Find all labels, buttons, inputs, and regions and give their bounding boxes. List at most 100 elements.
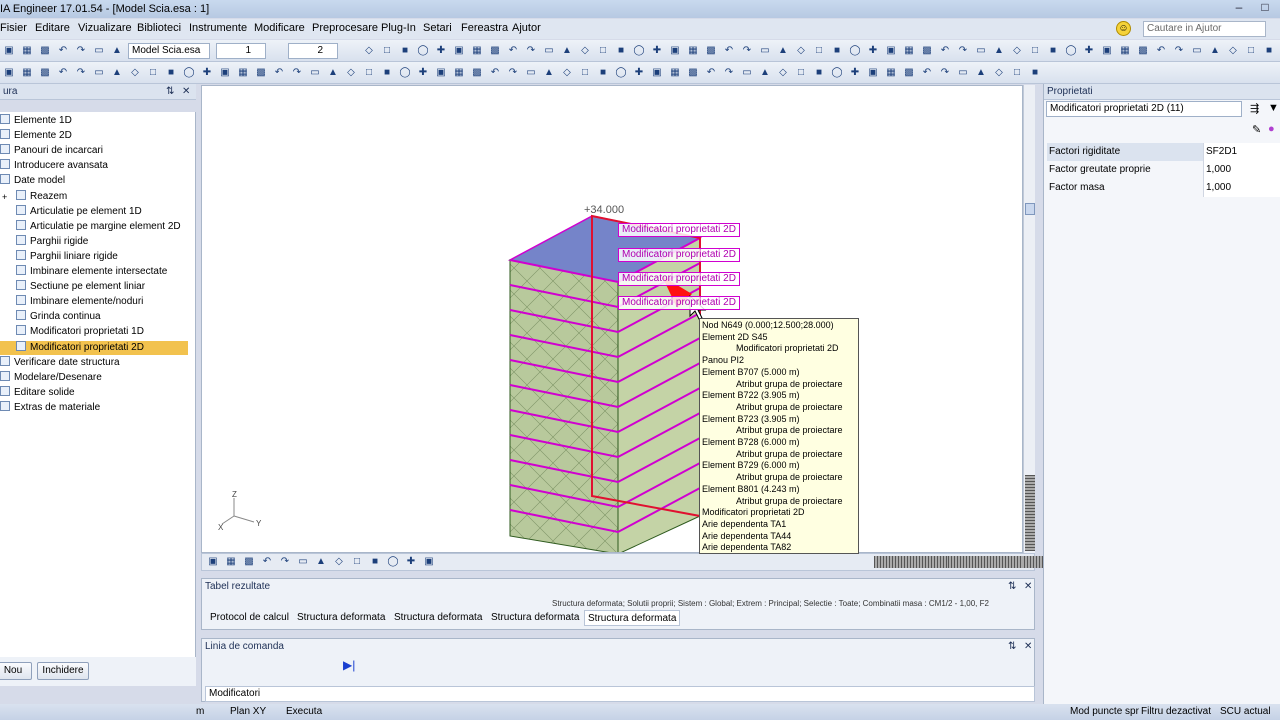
menu-item[interactable]: Preprocesare <box>312 22 378 34</box>
tree-item[interactable]: Articulatie pe element 1D <box>0 204 188 219</box>
toolbar-tool-icon[interactable]: ▣ <box>884 44 898 58</box>
menu-item[interactable]: Modificare <box>254 22 305 34</box>
toolbar-tool-icon[interactable]: ↶ <box>56 44 70 58</box>
toolbar-tool-icon[interactable]: ✚ <box>434 44 448 58</box>
run-icon[interactable]: ▶| <box>343 658 355 672</box>
toolbar-tool-icon[interactable]: ▦ <box>20 44 34 58</box>
toolbar-tool-icon[interactable]: ■ <box>398 44 412 58</box>
view-tool-icon[interactable]: ▦ <box>224 555 238 569</box>
spin-input-2[interactable]: 2 <box>288 43 338 59</box>
toolbar-tool-icon[interactable]: ↶ <box>938 44 952 58</box>
menu-item[interactable]: Ajutor <box>512 22 541 34</box>
menu-item[interactable]: Vizualizare <box>78 22 132 34</box>
toolbar-tool-icon[interactable]: ↶ <box>272 66 286 80</box>
toolbar-tool-icon[interactable]: ✚ <box>200 66 214 80</box>
toolbar-tool-icon[interactable]: ↷ <box>740 44 754 58</box>
toolbar-tool-icon[interactable]: ▦ <box>452 66 466 80</box>
view-tool-icon[interactable]: ▲ <box>314 555 328 569</box>
menu-item[interactable]: Instrumente <box>189 22 247 34</box>
menu-item[interactable]: Fisier <box>0 22 27 34</box>
toolbar-tool-icon[interactable]: ↶ <box>56 66 70 80</box>
toolbar-tool-icon[interactable]: ▭ <box>92 66 106 80</box>
toolbar-tool-icon[interactable]: ▩ <box>488 44 502 58</box>
toolbar-tool-icon[interactable]: □ <box>380 44 394 58</box>
toolbar-tool-icon[interactable]: ◇ <box>794 44 808 58</box>
toolbar-tool-icon[interactable]: ✚ <box>632 66 646 80</box>
toolbar-tool-icon[interactable]: ■ <box>164 66 178 80</box>
toolbar-tool-icon[interactable]: ◯ <box>830 66 844 80</box>
toolbar-tool-icon[interactable]: ▣ <box>434 66 448 80</box>
toolbar-tool-icon[interactable]: ◇ <box>992 66 1006 80</box>
toolbar-tool-icon[interactable]: ◯ <box>416 44 430 58</box>
property-value[interactable]: 1,000 <box>1203 161 1280 179</box>
toolbar-tool-icon[interactable]: ▣ <box>2 44 16 58</box>
toolbar-tool-icon[interactable]: ▣ <box>218 66 232 80</box>
view-tool-icon[interactable]: ↷ <box>278 555 292 569</box>
property-value[interactable]: 1,000 <box>1203 179 1280 197</box>
pin-icon[interactable]: ⇅ <box>166 84 174 100</box>
toolbar-tool-icon[interactable]: ↷ <box>74 66 88 80</box>
tree-item[interactable]: Editare solide <box>0 385 188 400</box>
view-tool-icon[interactable]: ◯ <box>386 555 400 569</box>
toolbar-tool-icon[interactable]: ◯ <box>182 66 196 80</box>
toolbar-tool-icon[interactable]: □ <box>1028 44 1042 58</box>
toolbar-tool-icon[interactable]: ◇ <box>128 66 142 80</box>
results-tab[interactable]: Structura deformata <box>491 610 579 626</box>
results-tab[interactable]: Structura deformata <box>394 610 482 626</box>
brush-icon[interactable]: ✎ <box>1252 123 1261 136</box>
toolbar-tool-icon[interactable]: ▩ <box>920 44 934 58</box>
status-plane[interactable]: Plan XY <box>230 704 266 720</box>
toolbar-tool-icon[interactable]: ▦ <box>470 44 484 58</box>
toolbar-tool-icon[interactable]: ↷ <box>74 44 88 58</box>
tree-item[interactable]: Introducere avansata <box>0 159 188 173</box>
toolbar-tool-icon[interactable]: ✚ <box>866 44 880 58</box>
tree-item[interactable]: Date model <box>0 174 188 188</box>
new-button[interactable]: Nou <box>0 662 32 680</box>
view-tool-icon[interactable]: ◇ <box>332 555 346 569</box>
tree-item[interactable]: Sectiune pe element liniar <box>0 280 188 294</box>
toolbar-tool-icon[interactable]: ↶ <box>722 44 736 58</box>
tree-item[interactable]: Verificare date structura <box>0 355 188 370</box>
status-snap-mode[interactable]: Mod puncte spr <box>1070 704 1139 720</box>
toolbar-tool-icon[interactable]: ▭ <box>308 66 322 80</box>
close-icon[interactable]: ✕ <box>1024 639 1032 655</box>
spin-input-1[interactable]: 1 <box>216 43 266 59</box>
view-tool-icon[interactable]: ▭ <box>296 555 310 569</box>
toolbar-tool-icon[interactable]: ▲ <box>326 66 340 80</box>
toolbar-tool-icon[interactable]: ↷ <box>722 66 736 80</box>
toolbar-tool-icon[interactable]: ✚ <box>848 66 862 80</box>
results-tab[interactable]: Protocol de calcul <box>210 610 289 626</box>
toolbar-tool-icon[interactable]: ◇ <box>1226 44 1240 58</box>
toolbar-tool-icon[interactable]: ▭ <box>524 66 538 80</box>
toolbar-tool-icon[interactable]: □ <box>1010 66 1024 80</box>
view-tool-icon[interactable]: □ <box>350 555 364 569</box>
toolbar-tool-icon[interactable]: ■ <box>1028 66 1042 80</box>
toolbar-tool-icon[interactable]: ◇ <box>776 66 790 80</box>
toolbar-tool-icon[interactable]: ↷ <box>290 66 304 80</box>
file-combo[interactable]: Model Scia.esa <box>128 43 210 59</box>
toolbar-tool-icon[interactable]: ▩ <box>704 44 718 58</box>
tree-item[interactable]: Modificatori proprietati 2D <box>0 340 188 355</box>
toolbar-tool-icon[interactable]: ▲ <box>560 44 574 58</box>
toolbar-tool-icon[interactable]: □ <box>596 44 610 58</box>
menu-item[interactable]: Fereastra <box>461 22 508 34</box>
toolbar-tool-icon[interactable]: ◇ <box>362 44 376 58</box>
toolbar-tool-icon[interactable]: ✚ <box>650 44 664 58</box>
pin-icon[interactable]: ⇅ <box>1008 579 1016 595</box>
scroll-thumb[interactable] <box>1025 203 1035 215</box>
toolbar-tool-icon[interactable]: ↷ <box>506 66 520 80</box>
toolbar-tool-icon[interactable]: ▲ <box>1208 44 1222 58</box>
tree-item[interactable]: Modelare/Desenare <box>0 370 188 385</box>
toolbar-tool-icon[interactable]: ↶ <box>506 44 520 58</box>
toolbar-tool-icon[interactable]: ▦ <box>686 44 700 58</box>
properties-selector[interactable]: Modificatori proprietati 2D (11) <box>1046 101 1242 117</box>
toolbar-tool-icon[interactable]: ↷ <box>938 66 952 80</box>
toolbar-tool-icon[interactable]: ▣ <box>866 66 880 80</box>
minimize-icon[interactable]: – <box>1226 0 1252 16</box>
tree-item[interactable]: Elemente 2D <box>0 129 188 143</box>
expand-icon[interactable]: + <box>2 190 7 204</box>
menu-item[interactable]: Setari <box>423 22 452 34</box>
toolbar-tool-icon[interactable]: ↷ <box>956 44 970 58</box>
view-tool-icon[interactable]: ▣ <box>206 555 220 569</box>
toolbar-tool-icon[interactable]: ▲ <box>758 66 772 80</box>
